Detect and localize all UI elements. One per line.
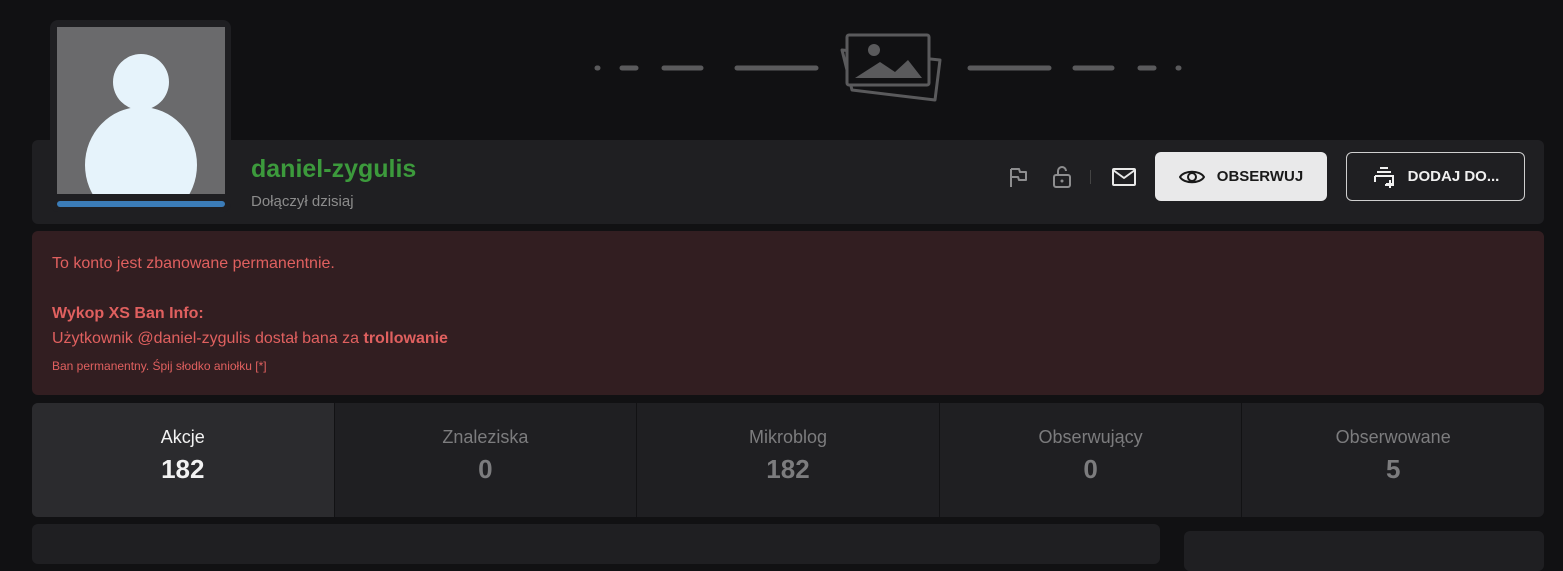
stat-value: 182 [766, 454, 810, 484]
report-button[interactable] [1004, 163, 1032, 191]
ban-info-title: Wykop XS Ban Info: [52, 305, 204, 322]
cover-placeholder [594, 33, 1182, 102]
username[interactable]: daniel-zygulis [251, 155, 416, 184]
joined-date: Dołączył dzisiaj [251, 193, 354, 210]
avatar[interactable] [57, 27, 225, 194]
stat-value: 5 [1385, 454, 1401, 484]
stat-value: 0 [1083, 454, 1098, 484]
ban-reason-prefix: Użytkownik @daniel-zygulis dostał bana z… [52, 330, 364, 347]
unlock-icon [1053, 166, 1071, 188]
stat-label: Obserwowane [1335, 427, 1451, 447]
avatar-rank-bar [57, 201, 225, 207]
message-button[interactable] [1110, 163, 1138, 191]
eye-icon [1178, 170, 1205, 183]
content-panel [32, 524, 1160, 564]
block-button[interactable] [1048, 163, 1076, 191]
add-to-list-icon [1373, 166, 1394, 188]
image-placeholder-icon [840, 33, 942, 102]
tab-akcje[interactable]: Akcje 182 [32, 403, 335, 517]
ban-reason: Użytkownik @daniel-zygulis dostał bana z… [52, 330, 448, 348]
sidebar-panel [1184, 531, 1544, 571]
tab-obserwowane[interactable]: Obserwowane 5 [1242, 403, 1544, 517]
tab-znaleziska[interactable]: Znaleziska 0 [335, 403, 638, 517]
stat-label: Obserwujący [1038, 427, 1143, 447]
tab-obserwujacy[interactable]: Obserwujący 0 [940, 403, 1243, 517]
follow-label: OBSERWUJ [1216, 168, 1304, 185]
stat-value: 0 [478, 454, 493, 484]
flag-icon [1010, 168, 1027, 187]
stat-label: Znaleziska [442, 427, 529, 447]
stat-value: 182 [161, 454, 205, 484]
stat-label: Akcje [160, 427, 205, 447]
ban-status: To konto jest zbanowane permanentnie. [52, 255, 335, 272]
tab-mikroblog[interactable]: Mikroblog 182 [637, 403, 940, 517]
ban-note: Ban permanentny. Śpij słodko aniołku [*] [52, 359, 267, 373]
follow-button[interactable]: OBSERWUJ [1155, 152, 1327, 201]
default-avatar-icon [85, 54, 197, 194]
stat-label: Mikroblog [748, 427, 827, 447]
ban-reason-value: trollowanie [363, 330, 448, 347]
add-to-label: DODAJ DO... [1407, 168, 1500, 185]
divider [1090, 170, 1091, 184]
add-to-button[interactable]: DODAJ DO... [1346, 152, 1525, 201]
profile-stats-tabs: Akcje 182 Znaleziska 0 Mikroblog 182 Obs… [32, 403, 1544, 517]
envelope-icon [1112, 168, 1136, 186]
